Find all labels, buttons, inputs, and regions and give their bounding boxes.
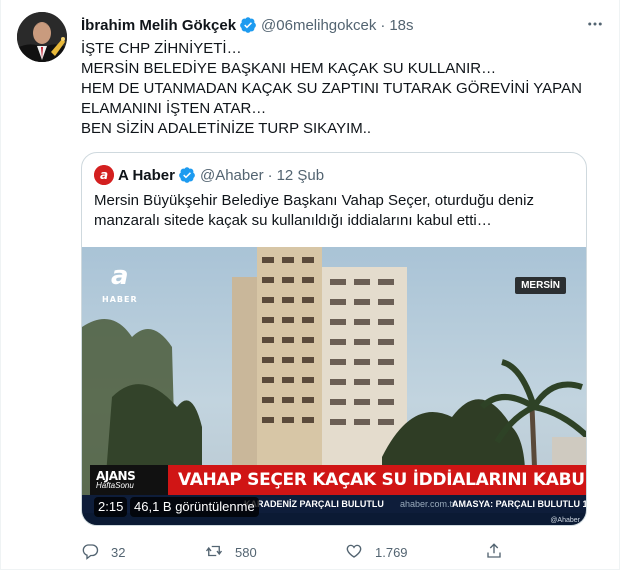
verified-badge-icon xyxy=(239,16,257,34)
ticker-site: ahaber.com.tr xyxy=(400,499,456,509)
tweet-text-line: HEM DE UTANMADAN KAÇAK SU ZAPTINI TUTARA… xyxy=(81,80,582,97)
tweet-header: İbrahim Melih Gökçek @06melihgokcek · 18… xyxy=(81,14,414,36)
quoted-tweet[interactable]: a A Haber @Ahaber · 12 Şub Mersin Büyükş… xyxy=(81,152,587,526)
reply-button[interactable]: 32 xyxy=(81,540,125,564)
program-logo: AJANS HaftaSonu xyxy=(90,465,168,495)
like-button[interactable]: 1.769 xyxy=(345,540,408,564)
bottom-handle: @Ahaber xyxy=(550,516,580,524)
video-player[interactable]: a HABER MERSİN AJANS HaftaSonu VAHAP SEÇ… xyxy=(82,247,586,525)
tweet-text-line: BEN SİZİN ADALETİNİZE TURP SIKAYIM.. xyxy=(81,120,372,137)
video-view-count: 46,1 B görüntülenme xyxy=(130,497,259,517)
header-separator: · xyxy=(380,16,386,34)
like-icon xyxy=(345,542,363,563)
ticker-item: AMASYA: PARÇALI BULUTLU 10, T xyxy=(452,499,586,509)
channel-logo: a HABER xyxy=(102,263,138,305)
news-headline: VAHAP SEÇER KAÇAK SU İDDİALARINI KABUL E… xyxy=(168,465,586,495)
share-button[interactable] xyxy=(485,540,503,564)
author-handle[interactable]: @06melihgokcek xyxy=(261,17,376,34)
tweet-text-line: ELAMANINI İŞTEN ATAR… xyxy=(81,100,267,117)
location-label: MERSİN xyxy=(521,280,560,291)
location-badge: MERSİN xyxy=(515,277,566,294)
channel-logo-text: HABER xyxy=(102,295,138,304)
author-name[interactable]: İbrahim Melih Gökçek xyxy=(81,17,236,34)
lower-third: AJANS HaftaSonu VAHAP SEÇER KAÇAK SU İDD… xyxy=(90,465,586,495)
quote-avatar: a xyxy=(94,165,114,185)
quote-header: a A Haber @Ahaber · 12 Şub xyxy=(94,165,324,185)
quote-separator: · xyxy=(267,166,273,184)
like-count: 1.769 xyxy=(375,544,408,560)
quote-handle: @Ahaber xyxy=(199,166,264,184)
quote-text-line: Mersin Büyükşehir Belediye Başkanı Vahap… xyxy=(94,192,534,209)
verified-badge-icon xyxy=(178,166,196,184)
tweet-text-line: İŞTE CHP ZİHNİYETİ… xyxy=(81,40,242,57)
author-avatar[interactable] xyxy=(17,12,67,62)
tweet-time[interactable]: 18s xyxy=(389,17,413,34)
quote-text: Mersin Büyükşehir Belediye Başkanı Vahap… xyxy=(94,191,574,231)
ticker-item: KARADENİZ PARÇALI BULUTLU xyxy=(244,499,384,509)
quote-author-name: A Haber xyxy=(118,166,175,184)
svg-text:a: a xyxy=(100,168,108,182)
retweet-button[interactable]: 580 xyxy=(205,540,257,564)
program-logo-line2: HaftaSonu xyxy=(96,481,134,490)
tweet-text: İŞTE CHP ZİHNİYETİ… MERSİN BELEDİYE BAŞK… xyxy=(81,39,601,139)
channel-logo-letter: a xyxy=(111,261,129,291)
tweet-text-line: MERSİN BELEDİYE BAŞKANI HEM KAÇAK SU KUL… xyxy=(81,60,497,77)
reply-count: 32 xyxy=(111,544,126,560)
retweet-icon xyxy=(205,542,223,563)
tweet[interactable]: İbrahim Melih Gökçek @06melihgokcek · 18… xyxy=(0,0,620,570)
reply-icon xyxy=(81,542,99,563)
quote-text-line: manzaralı sitede kaçak su kullanıldığı i… xyxy=(94,212,492,229)
video-duration: 2:15 xyxy=(94,497,128,517)
more-horizontal-icon[interactable] xyxy=(583,12,607,36)
share-icon xyxy=(485,542,503,563)
tweet-actions: 32 580 1.769 xyxy=(75,540,515,564)
author-avatar-image xyxy=(17,12,67,62)
quote-date: 12 Şub xyxy=(276,166,325,184)
retweet-count: 580 xyxy=(235,544,257,560)
